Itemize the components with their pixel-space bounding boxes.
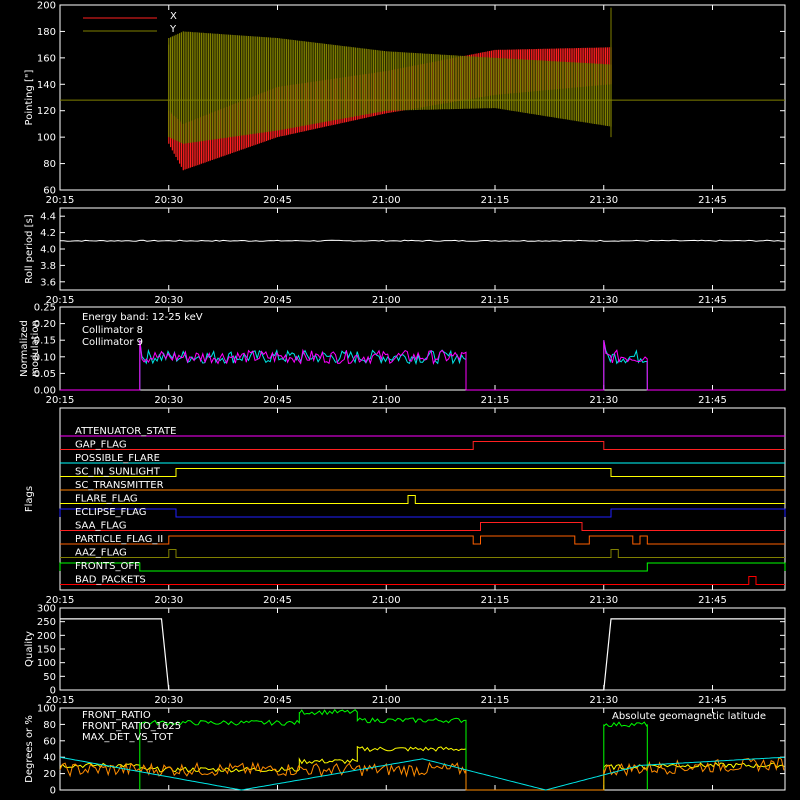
flags-x-tick-label: 20:30 xyxy=(154,595,183,606)
roll-x-tick-label: 21:00 xyxy=(372,295,401,306)
flags-y-axis-label: Flags xyxy=(24,486,35,512)
roll-x-tick-label: 21:15 xyxy=(481,295,510,306)
roll-x-tick-label: 21:45 xyxy=(698,295,727,306)
pointing-y-tick-label: 100 xyxy=(37,133,56,144)
modulation-y-tick-label: 0.00 xyxy=(34,386,56,397)
modulation-x-tick-label: 21:00 xyxy=(372,395,401,406)
pointing-y-tick-label: 80 xyxy=(43,159,56,170)
modulation-x-tick-label: 21:30 xyxy=(589,395,618,406)
pointing-x-tick-label: 21:30 xyxy=(589,195,618,206)
flag-label-sc-transmitter: SC_TRANSMITTER xyxy=(75,480,164,491)
flag-label-fronts-off: FRONTS_OFF xyxy=(75,561,140,572)
flag-label-gap-flag: GAP_FLAG xyxy=(75,440,127,451)
pointing-y-tick-label: 200 xyxy=(37,1,56,12)
ratios-y-tick-label: 60 xyxy=(43,736,56,747)
flag-label-sc-in-sunlight: SC_IN_SUNLIGHT xyxy=(75,467,161,478)
pointing-x-tick-label: 21:45 xyxy=(698,195,727,206)
roll-y-tick-label: 4.2 xyxy=(40,228,56,239)
orbit-summary-chart: 20:15 20:30 20:45 21:00 21:15 21:30 21:45 60 80 1… xyxy=(0,0,800,800)
quality-x-tick-label: 21:45 xyxy=(698,695,727,706)
flag-label-attenuator-state: ATTENUATOR_STATE xyxy=(75,426,176,437)
pointing-y-tick-label: 160 xyxy=(37,53,56,64)
roll-y-tick-label: 3.6 xyxy=(40,277,56,288)
pointing-x-tick-label: 20:15 xyxy=(46,195,75,206)
ratios-y-tick-label: 40 xyxy=(43,753,56,764)
ratio-legend-front-ratio: FRONT_RATIO xyxy=(82,710,151,721)
quality-y-axis-label: Quality xyxy=(24,631,35,667)
ratios-y-tick-label: 80 xyxy=(43,720,56,731)
ratios-y-axis-label: Degrees or % xyxy=(24,715,35,783)
pointing-x-tick-label: 21:15 xyxy=(481,195,510,206)
pointing-y-axis-label: Pointing ["] xyxy=(24,69,35,125)
ratios-y-tick-label: 100 xyxy=(37,704,56,715)
flag-label-eclipse-flag: ECLIPSE_FLAG xyxy=(75,507,146,518)
flag-label-particle-flag-ii: PARTICLE_FLAG_II xyxy=(75,534,163,545)
pointing-y-tick-label: 60 xyxy=(43,186,56,197)
roll-x-tick-label: 21:30 xyxy=(589,295,618,306)
pointing-x-tick-label: 21:00 xyxy=(372,195,401,206)
modulation-x-tick-label: 20:30 xyxy=(154,395,183,406)
quality-y-tick-label: 150 xyxy=(37,645,56,656)
modulation-legend-collimator-8: Collimator 8 xyxy=(82,325,143,336)
pointing-x-tick-label: 20:30 xyxy=(154,195,183,206)
modulation-x-tick-label: 21:45 xyxy=(698,395,727,406)
modulation-x-tick-label: 20:45 xyxy=(263,395,292,406)
legend-label-y: Y xyxy=(169,24,177,35)
quality-x-tick-label: 21:30 xyxy=(589,695,618,706)
flags-x-tick-label: 20:45 xyxy=(263,595,292,606)
ratio-legend-front-ratio-1625: FRONT_RATIO_1625 xyxy=(82,721,181,732)
roll-y-axis-label: Roll period [s] xyxy=(24,214,35,283)
quality-y-tick-label: 300 xyxy=(37,604,56,615)
modulation-y-tick-label: 0.25 xyxy=(34,303,56,314)
flag-label-flare-flag: FLARE_FLAG xyxy=(75,494,138,505)
flags-x-tick-label: 21:00 xyxy=(372,595,401,606)
pointing-y-tick-label: 120 xyxy=(37,106,56,117)
flag-label-saa-flag: SAA_FLAG xyxy=(75,521,126,532)
flags-x-tick-label: 21:45 xyxy=(698,595,727,606)
modulation-energy-annotation: Energy band: 12-25 keV xyxy=(82,312,203,323)
modulation-x-tick-label: 21:15 xyxy=(481,395,510,406)
pointing-y-tick-label: 180 xyxy=(37,27,56,38)
quality-y-tick-label: 250 xyxy=(37,617,56,628)
flag-label-bad-packets: BAD_PACKETS xyxy=(75,575,146,586)
ratio-legend-max-det-vs-tot: MAX_DET_VS_TOT xyxy=(82,732,174,743)
roll-y-tick-label: 3.8 xyxy=(40,261,56,272)
modulation-y-axis-label: Normalized xyxy=(19,320,30,377)
ratio-legend-geomag: Absolute geomagnetic latitude xyxy=(612,711,766,722)
quality-x-tick-label: 21:00 xyxy=(372,695,401,706)
roll-x-tick-label: 20:45 xyxy=(263,295,292,306)
quality-y-tick-label: 100 xyxy=(37,658,56,669)
modulation-legend-collimator-9: Collimator 9 xyxy=(82,337,143,348)
roll-y-tick-label: 4.4 xyxy=(40,212,56,223)
flag-label-possible-flare: POSSIBLE_FLARE xyxy=(75,453,160,464)
ratios-y-tick-label: 20 xyxy=(43,769,56,780)
pointing-y-tick-label: 140 xyxy=(37,80,56,91)
roll-y-tick-label: 4.0 xyxy=(40,245,56,256)
quality-x-tick-label: 21:15 xyxy=(481,695,510,706)
quality-x-tick-label: 20:30 xyxy=(154,695,183,706)
flags-x-tick-label: 21:15 xyxy=(481,595,510,606)
flag-label-aaz-flag: AAZ_FLAG xyxy=(75,548,127,559)
legend-label-x: X xyxy=(170,11,177,22)
modulation-x-tick-label: 20:15 xyxy=(46,395,75,406)
ratios-y-tick-label: 0 xyxy=(50,786,56,797)
flags-x-tick-label: 21:30 xyxy=(589,595,618,606)
roll-x-tick-label: 20:30 xyxy=(154,295,183,306)
quality-x-tick-label: 20:45 xyxy=(263,695,292,706)
quality-y-tick-label: 200 xyxy=(37,631,56,642)
pointing-x-tick-label: 20:45 xyxy=(263,195,292,206)
quality-y-tick-label: 0 xyxy=(50,686,56,697)
quality-y-tick-label: 50 xyxy=(43,672,56,683)
modulation-y-axis-label: modulation xyxy=(30,320,41,377)
